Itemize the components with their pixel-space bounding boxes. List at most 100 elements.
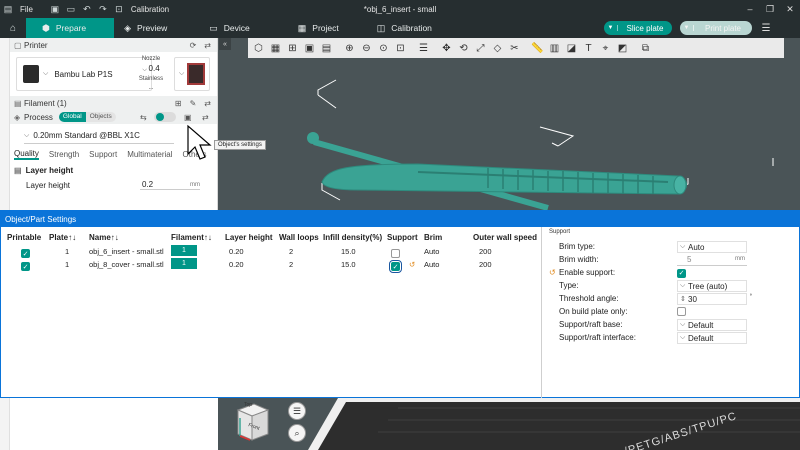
col-infill[interactable]: Infill density(%) — [323, 233, 382, 242]
enable-support-checkbox[interactable]: ✓ — [677, 268, 686, 278]
place-on-face-icon[interactable]: ◇ — [489, 40, 506, 56]
plate-selector[interactable]: ⌵ — [174, 57, 210, 91]
global-objects-toggle[interactable]: Global Objects — [58, 112, 116, 122]
col-name[interactable]: Name↑↓ — [89, 233, 119, 242]
tab-project[interactable]: ▦ Project — [288, 18, 367, 38]
3d-viewport-lower[interactable]: /PETG/ABS/TPU/PC — [218, 398, 800, 450]
remove-icon[interactable]: ⊖ — [358, 40, 375, 56]
tab-device[interactable]: ▭ Device — [199, 18, 288, 38]
raft-interface-dropdown[interactable]: Default — [677, 332, 747, 344]
slice-plate-button[interactable]: ▼ Slice plate — [604, 21, 672, 35]
subtab-support[interactable]: Support — [89, 150, 117, 159]
brim-width-input[interactable]: 5 mm — [677, 254, 747, 266]
subtab-multimaterial[interactable]: Multimaterial — [127, 150, 172, 159]
wall-loops-cell[interactable]: 2 — [289, 260, 293, 269]
filament-cell[interactable]: 1 — [171, 245, 197, 256]
measure-icon[interactable]: 📏 — [529, 40, 546, 56]
maximize-icon[interactable]: ❐ — [760, 0, 780, 18]
toggle-global[interactable]: Global — [58, 112, 86, 122]
orient-icon[interactable]: ⊞ — [284, 40, 301, 56]
filament-settings-icon[interactable]: ⇄ — [204, 99, 211, 108]
brim-cell[interactable]: Auto — [424, 260, 439, 269]
rotate-icon[interactable]: ⟲ — [455, 40, 472, 56]
process-preset-selector[interactable]: ⌵ 0.20mm Standard @BBL X1C — [24, 128, 174, 144]
file-menu[interactable]: File — [16, 5, 37, 14]
brim-cell[interactable]: Auto — [424, 247, 439, 256]
add-object-icon[interactable]: ⬡ — [250, 40, 267, 56]
emboss-icon[interactable]: ⌖ — [597, 40, 614, 56]
assembly-icon[interactable]: ⧉ — [637, 40, 654, 56]
col-wall-loops[interactable]: Wall loops — [279, 233, 319, 242]
subtab-quality[interactable]: Quality — [14, 149, 39, 160]
sync-icon[interactable]: ⟳ — [190, 41, 197, 50]
on-build-plate-checkbox[interactable] — [677, 307, 686, 316]
scale-icon[interactable]: ⤢ — [472, 40, 489, 56]
add-filament-icon[interactable]: ⊞ — [175, 99, 182, 108]
seam-paint-icon[interactable]: ◪ — [563, 40, 580, 56]
wall-loops-cell[interactable]: 2 — [289, 247, 293, 256]
nozzle-selector[interactable]: Nozzle ⌵ 0.4 Stainless ... — [136, 55, 166, 93]
compare-icon[interactable]: ⇆ — [140, 113, 147, 122]
layers-list-icon[interactable]: ☰ — [415, 40, 432, 56]
color-paint-icon[interactable]: ◩ — [614, 40, 631, 56]
toggle-objects[interactable]: Objects — [85, 112, 116, 122]
col-layer-height[interactable]: Layer height — [225, 233, 273, 242]
home-icon[interactable]: ⌂ — [0, 18, 26, 38]
zoom-icon[interactable]: ⌕ — [288, 424, 306, 442]
support-paint-icon[interactable]: ▥ — [546, 40, 563, 56]
infill-cell[interactable]: 15.0 — [341, 247, 356, 256]
support-checkbox[interactable]: ✓ — [389, 260, 402, 273]
brim-type-dropdown[interactable]: Auto — [677, 241, 747, 253]
calibration-menu[interactable]: Calibration — [127, 5, 173, 14]
table-row[interactable]: ✓ 1 obj_8_cover - small.stl 1 0.20 2 15.… — [1, 258, 541, 273]
outer-wall-speed-cell[interactable]: 200 — [479, 247, 492, 256]
col-filament[interactable]: Filament↑↓ — [171, 233, 212, 242]
reset-icon[interactable]: ↺ — [409, 260, 415, 269]
support-type-dropdown[interactable]: Tree (auto) — [677, 280, 747, 292]
tab-calibration[interactable]: ◫ Calibration — [367, 18, 446, 38]
subtab-strength[interactable]: Strength — [49, 150, 79, 159]
advanced-switch[interactable] — [154, 112, 176, 122]
split-icon[interactable]: ⊕ — [341, 40, 358, 56]
edit-filament-icon[interactable]: ✎ — [190, 99, 197, 108]
threshold-angle-input[interactable]: 30 ° — [677, 293, 752, 305]
tab-preview[interactable]: ◈ Preview — [114, 18, 199, 38]
support-checkbox[interactable] — [391, 249, 400, 258]
more-menu-icon[interactable]: ☰ — [758, 20, 774, 36]
filament-cell[interactable]: 1 — [171, 258, 197, 269]
redo-icon[interactable]: ↷ — [95, 0, 111, 18]
minimize-icon[interactable]: – — [740, 0, 760, 18]
close-icon[interactable]: ✕ — [780, 0, 800, 18]
col-support[interactable]: Support — [387, 233, 418, 242]
auto-arrange-icon[interactable]: ▤ — [318, 40, 335, 56]
raft-base-dropdown[interactable]: Default — [677, 319, 747, 331]
printer-selector[interactable]: ⌵ Bambu Lab P1S — [16, 57, 152, 91]
chevron-down-icon[interactable]: ▼ — [680, 25, 694, 31]
arrange-icon[interactable]: ▣ — [301, 40, 318, 56]
view-cube[interactable]: Top Front — [232, 400, 272, 444]
col-brim[interactable]: Brim — [424, 233, 442, 242]
save-preset-icon[interactable]: ▣ — [184, 113, 192, 122]
printable-checkbox[interactable]: ✓ — [21, 249, 30, 258]
table-row[interactable]: ✓ 1 obj_6_insert - small.stl 1 0.20 2 15… — [1, 245, 541, 258]
menu-icon[interactable]: ▤ — [0, 0, 16, 18]
infill-cell[interactable]: 15.0 — [341, 260, 356, 269]
notebook-icon[interactable]: ▣ — [47, 0, 63, 18]
zoom-fit-icon[interactable]: ⊙ — [375, 40, 392, 56]
col-outer-wall-speed[interactable]: Outer wall speed — [473, 233, 537, 242]
process-settings-icon[interactable]: ⇄ — [202, 113, 209, 122]
add-plate-icon[interactable]: ▦ — [267, 40, 284, 56]
reset-icon[interactable]: ↺ — [549, 268, 556, 277]
layers-menu-icon[interactable]: ☰ — [288, 402, 306, 420]
tab-prepare[interactable]: ⬢ Prepare — [26, 18, 115, 38]
settings-icon[interactable]: ⇄ — [204, 41, 211, 50]
collapse-sidebar-button[interactable]: « — [219, 38, 231, 50]
3d-viewport[interactable] — [218, 38, 800, 210]
layer-height-cell[interactable]: 0.20 — [229, 247, 244, 256]
col-printable[interactable]: Printable — [7, 233, 41, 242]
text-icon[interactable]: T — [580, 40, 597, 56]
chevron-down-icon[interactable]: ▼ — [604, 25, 618, 31]
print-plate-button[interactable]: ▼ Print plate — [680, 21, 752, 35]
cut-icon[interactable]: ✂ — [506, 40, 523, 56]
grid-view-icon[interactable]: ⊡ — [392, 40, 409, 56]
